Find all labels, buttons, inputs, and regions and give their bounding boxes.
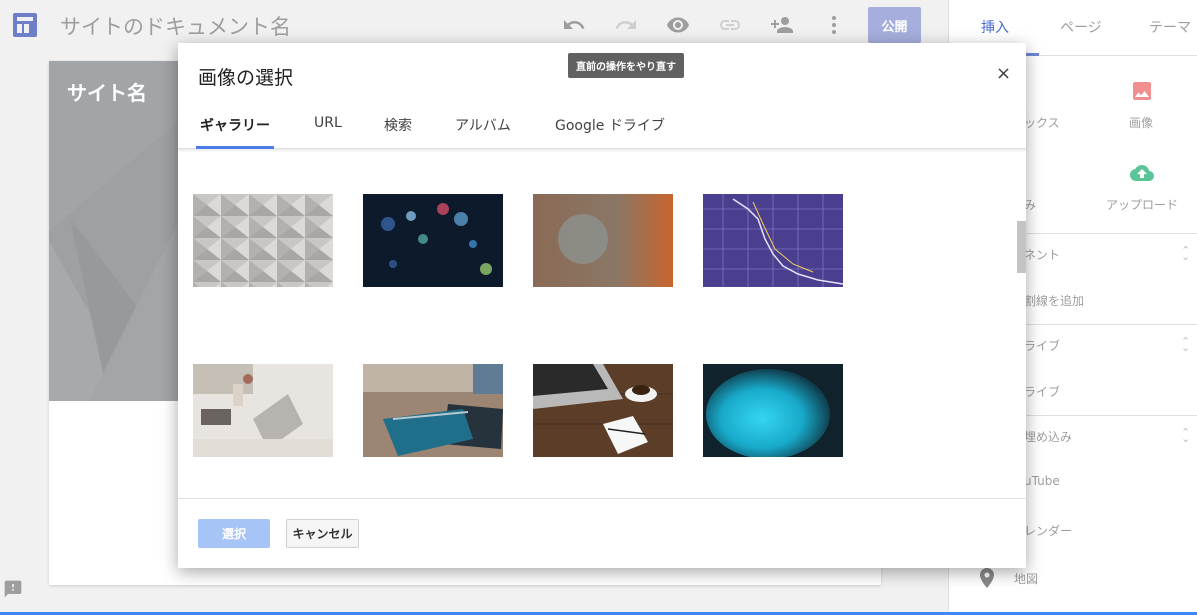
tab-album[interactable]: アルバム <box>455 115 511 135</box>
preview-icon[interactable] <box>666 13 690 37</box>
calendar-item[interactable]: レンダー <box>1024 522 1072 539</box>
more-icon[interactable] <box>822 13 846 37</box>
tab-themes[interactable]: テーマ <box>1149 17 1191 37</box>
gallery-image-geometric[interactable] <box>193 194 333 287</box>
gallery-image-city-bokeh[interactable] <box>363 194 503 287</box>
tab-search[interactable]: 検索 <box>384 115 412 135</box>
sites-logo-icon[interactable] <box>13 13 37 37</box>
cancel-button[interactable]: キャンセル <box>286 519 359 548</box>
collapse-icon[interactable]: ⌃ ⌄ <box>1181 336 1190 353</box>
site-name[interactable]: サイト名 <box>67 77 147 106</box>
upload-item[interactable]: アップロード <box>1106 196 1178 213</box>
active-tab-underline <box>196 146 274 149</box>
gallery-image-office-desk[interactable] <box>193 364 333 457</box>
redo-icon[interactable] <box>614 13 638 37</box>
close-icon[interactable]: × <box>996 63 1011 84</box>
select-button[interactable]: 選択 <box>198 519 270 548</box>
textbox-item[interactable]: ックス <box>1024 114 1060 131</box>
publish-button[interactable]: 公開 <box>868 7 921 43</box>
drive-item[interactable]: ライブ <box>1024 383 1060 400</box>
tab-google-drive[interactable]: Google ドライブ <box>555 115 665 135</box>
tab-url[interactable]: URL <box>314 115 342 131</box>
tab-pages[interactable]: ページ <box>1060 17 1102 37</box>
footer-divider <box>178 498 1026 499</box>
document-title[interactable]: サイトのドキュメント名 <box>60 11 291 41</box>
content-blocks-header[interactable]: ネント <box>1024 246 1060 263</box>
upload-icon[interactable] <box>1130 161 1154 185</box>
collapse-icon[interactable]: ⌃ ⌄ <box>1181 245 1190 262</box>
link-icon[interactable] <box>718 13 742 37</box>
drive-header[interactable]: ライブ <box>1024 337 1060 354</box>
embed-header[interactable]: 埋め込み <box>1024 428 1072 445</box>
share-icon[interactable] <box>770 13 794 37</box>
undo-icon[interactable] <box>562 13 586 37</box>
gallery-image-tablet-notebook[interactable] <box>363 364 503 457</box>
tab-insert[interactable]: 挿入 <box>981 17 1009 37</box>
image-picker-dialog: 画像の選択 × ギャラリー URL 検索 アルバム Google ドライブ 選択… <box>178 43 1026 568</box>
dialog-tabs: ギャラリー URL 検索 アルバム Google ドライブ <box>178 103 1026 149</box>
image-icon[interactable] <box>1130 79 1154 103</box>
tab-gallery[interactable]: ギャラリー <box>200 115 270 135</box>
dialog-title: 画像の選択 <box>198 67 294 89</box>
gallery-image-blue-glow[interactable] <box>703 364 843 457</box>
feedback-icon[interactable] <box>3 579 23 599</box>
collapse-icon[interactable]: ⌃ ⌄ <box>1181 427 1190 444</box>
image-item[interactable]: 画像 <box>1129 114 1153 131</box>
redo-tooltip: 直前の操作をやり直す <box>568 53 684 78</box>
dialog-scrollbar[interactable] <box>1017 221 1026 273</box>
map-pin-icon[interactable] <box>975 566 999 590</box>
map-item[interactable]: 地図 <box>1014 570 1038 587</box>
add-divider-item[interactable]: 割線を追加 <box>1024 292 1084 309</box>
gallery-image-stock-chart[interactable] <box>703 194 843 287</box>
gallery-image-orange-bokeh[interactable] <box>533 194 673 287</box>
youtube-item[interactable]: uTube <box>1024 474 1060 488</box>
gallery-image-laptop-coffee[interactable] <box>533 364 673 457</box>
